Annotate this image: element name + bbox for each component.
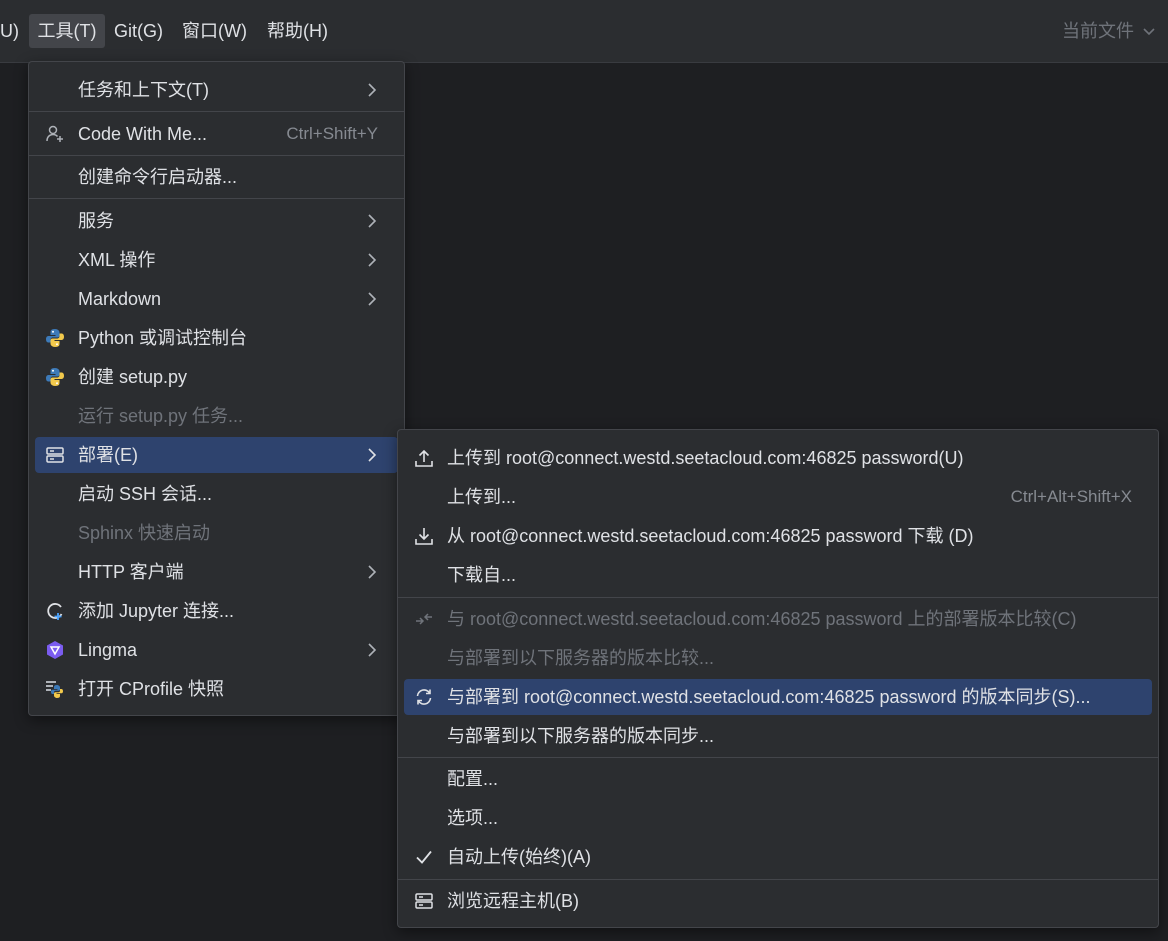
server-icon xyxy=(414,891,434,911)
check-icon xyxy=(414,847,434,867)
menubar-item-partial[interactable]: U) xyxy=(0,14,22,48)
menubar-item-git[interactable]: Git(G) xyxy=(114,14,163,48)
chevron-right-icon xyxy=(364,447,380,463)
deployment-submenu: 上传到 root@connect.westd.seetacloud.com:46… xyxy=(397,429,1159,928)
menu-item-upload-to-server[interactable]: 上传到 root@connect.westd.seetacloud.com:46… xyxy=(404,440,1152,476)
menu-item-run-setup-task: 运行 setup.py 任务... xyxy=(35,398,398,434)
download-icon xyxy=(414,526,434,546)
menu-item-label: 下载自... xyxy=(447,565,517,585)
menu-separator xyxy=(29,111,404,112)
chevron-right-icon xyxy=(364,564,380,580)
menu-item-label: Lingma xyxy=(78,640,138,660)
menu-item-markdown[interactable]: Markdown xyxy=(35,281,398,317)
menu-item-label: 服务 xyxy=(78,211,114,231)
server-icon xyxy=(45,445,65,465)
menu-item-xml-actions[interactable]: XML 操作 xyxy=(35,242,398,278)
menu-item-label: 自动上传(始终)(A) xyxy=(447,847,591,867)
menu-item-lingma[interactable]: Lingma xyxy=(35,632,398,668)
user-plus-icon xyxy=(45,124,65,144)
menu-item-label: Code With Me... xyxy=(78,124,208,144)
menu-item-compare-with-server: 与部署到以下服务器的版本比较... xyxy=(404,640,1152,676)
menu-item-add-jupyter[interactable]: 添加 Jupyter 连接... xyxy=(35,593,398,629)
menu-item-label: 创建 setup.py xyxy=(78,367,188,387)
menu-item-start-ssh[interactable]: 启动 SSH 会话... xyxy=(35,476,398,512)
compare-icon xyxy=(414,609,434,629)
menu-item-label: 上传到... xyxy=(447,487,517,507)
menu-item-label: 配置... xyxy=(447,769,499,789)
menu-item-code-with-me[interactable]: Code With Me... Ctrl+Shift+Y xyxy=(35,116,398,152)
menu-item-sync-deployed[interactable]: 与部署到 root@connect.westd.seetacloud.com:4… xyxy=(404,679,1152,715)
chevron-down-icon xyxy=(1142,15,1156,49)
menu-item-label: 启动 SSH 会话... xyxy=(78,484,213,504)
menubar-item-tools[interactable]: 工具(T) xyxy=(29,14,105,48)
menu-item-download-from-server[interactable]: 从 root@connect.westd.seetacloud.com:4682… xyxy=(404,518,1152,554)
menu-item-compare-deployed: 与 root@connect.westd.seetacloud.com:4682… xyxy=(404,601,1152,637)
menu-item-configuration[interactable]: 配置... xyxy=(404,761,1152,797)
menu-item-label: Markdown xyxy=(78,289,162,309)
menu-item-label: 从 root@connect.westd.seetacloud.com:4682… xyxy=(447,526,974,546)
menu-item-label: 任务和上下文(T) xyxy=(78,80,209,100)
menu-item-options[interactable]: 选项... xyxy=(404,800,1152,836)
menu-item-label: 添加 Jupyter 连接... xyxy=(78,601,235,621)
menu-item-shortcut: Ctrl+Shift+Y xyxy=(286,124,378,143)
menu-item-label: 与部署到以下服务器的版本比较... xyxy=(447,648,715,668)
menu-item-auto-upload[interactable]: 自动上传(始终)(A) xyxy=(404,839,1152,875)
menu-item-http-client[interactable]: HTTP 客户端 xyxy=(35,554,398,590)
chevron-right-icon xyxy=(364,82,380,98)
menu-item-browse-remote-host[interactable]: 浏览远程主机(B) xyxy=(404,883,1152,919)
menu-separator xyxy=(398,597,1158,598)
menu-item-label: 与 root@connect.westd.seetacloud.com:4682… xyxy=(447,609,1077,629)
menu-item-label: HTTP 客户端 xyxy=(78,562,184,582)
chevron-right-icon xyxy=(364,291,380,307)
sync-icon xyxy=(414,687,434,707)
chevron-right-icon xyxy=(364,213,380,229)
menu-item-label: 打开 CProfile 快照 xyxy=(78,679,225,699)
menu-item-label: 创建命令行启动器... xyxy=(78,167,238,187)
upload-icon xyxy=(414,448,434,468)
menu-item-tasks-context[interactable]: 任务和上下文(T) xyxy=(35,72,398,108)
menu-item-create-setup[interactable]: 创建 setup.py xyxy=(35,359,398,395)
menu-item-sphinx-quickstart: Sphinx 快速启动 xyxy=(35,515,398,551)
jupyter-icon xyxy=(45,601,65,621)
menu-item-label: 上传到 root@connect.westd.seetacloud.com:46… xyxy=(447,448,964,468)
menu-item-label: 与部署到 root@connect.westd.seetacloud.com:4… xyxy=(447,687,1091,707)
menu-item-services[interactable]: 服务 xyxy=(35,203,398,239)
menu-separator xyxy=(398,879,1158,880)
tools-menu: 任务和上下文(T) Code With Me... Ctrl+Shift+Y 创… xyxy=(28,61,405,716)
menu-item-label: Python 或调试控制台 xyxy=(78,328,248,348)
menu-item-upload-to[interactable]: 上传到... Ctrl+Alt+Shift+X xyxy=(404,479,1152,515)
main-menubar: U) 工具(T) Git(G) 窗口(W) 帮助(H) 当前文件 xyxy=(0,0,1168,63)
menu-item-open-cprofile[interactable]: 打开 CProfile 快照 xyxy=(35,671,398,707)
menubar-item-window[interactable]: 窗口(W) xyxy=(182,14,247,48)
menu-item-label: 选项... xyxy=(447,808,499,828)
menu-separator xyxy=(29,155,404,156)
menu-item-sync-with-server[interactable]: 与部署到以下服务器的版本同步... xyxy=(404,718,1152,754)
menu-item-label: 与部署到以下服务器的版本同步... xyxy=(447,726,715,746)
menu-item-label: XML 操作 xyxy=(78,250,156,270)
menu-item-python-console[interactable]: Python 或调试控制台 xyxy=(35,320,398,356)
menu-item-deployment[interactable]: 部署(E) xyxy=(35,437,398,473)
menu-item-label: 浏览远程主机(B) xyxy=(447,891,579,911)
menu-item-label: 运行 setup.py 任务... xyxy=(78,406,244,426)
menu-item-create-launcher[interactable]: 创建命令行启动器... xyxy=(35,159,398,195)
run-config-selector[interactable]: 当前文件 xyxy=(1062,14,1156,48)
run-config-label: 当前文件 xyxy=(1062,21,1134,41)
python-icon xyxy=(45,328,65,348)
chevron-right-icon xyxy=(364,252,380,268)
cprofile-icon xyxy=(45,679,65,699)
menu-separator xyxy=(29,198,404,199)
chevron-right-icon xyxy=(364,642,380,658)
menu-item-shortcut: Ctrl+Alt+Shift+X xyxy=(1010,487,1132,506)
lingma-icon xyxy=(45,640,65,660)
menu-item-label: 部署(E) xyxy=(78,445,138,465)
menu-separator xyxy=(398,757,1158,758)
menu-item-label: Sphinx 快速启动 xyxy=(78,523,211,543)
python-icon xyxy=(45,367,65,387)
menubar-item-help[interactable]: 帮助(H) xyxy=(267,14,328,48)
menu-item-download-from[interactable]: 下载自... xyxy=(404,557,1152,593)
